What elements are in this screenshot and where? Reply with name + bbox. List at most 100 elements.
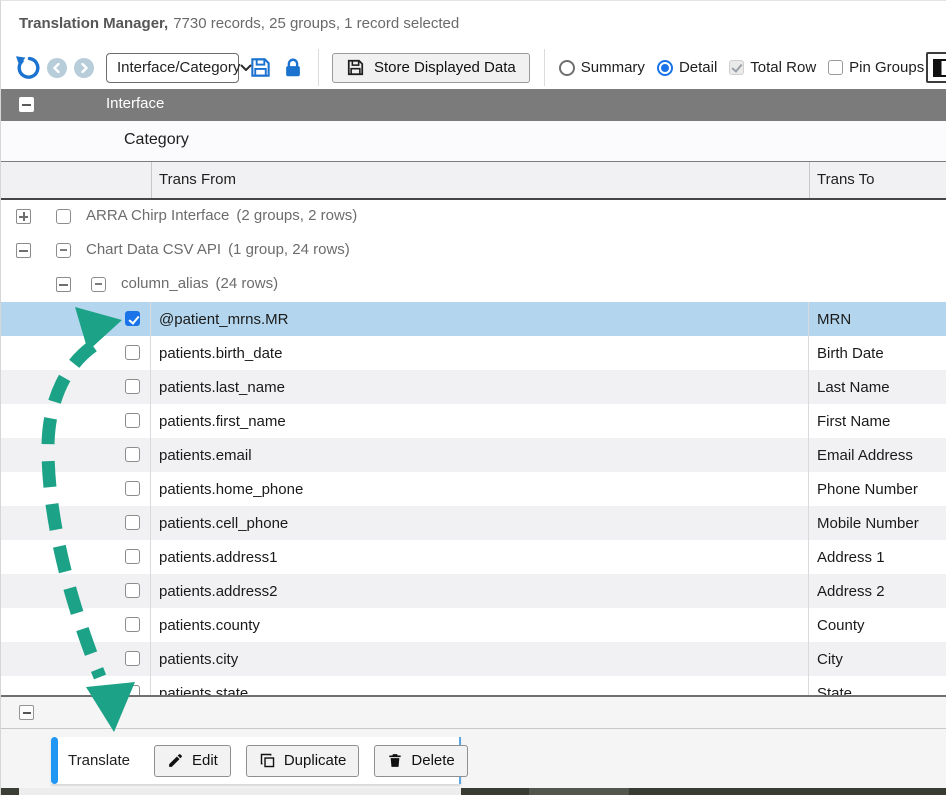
tree-group-row[interactable]: ARRA Chirp Interface(2 groups, 2 rows) [1,200,946,234]
record-summary: 7730 records, 25 groups, 1 record select… [173,15,459,32]
cell-trans-to: Last Name [809,370,946,404]
rows-container: ARRA Chirp Interface(2 groups, 2 rows)Ch… [1,200,946,695]
lock-icon[interactable] [282,57,304,79]
row-checkbox[interactable] [125,685,140,695]
cell-trans-to: Address 2 [809,574,946,608]
table-row[interactable]: patients.address2Address 2 [1,574,946,608]
desktop-fragment [1,788,19,795]
action-footer: Translate EditDuplicateDelete [1,729,946,788]
cell-trans-to: Birth Date [809,336,946,370]
desktop-fragment [529,788,629,795]
edit-button[interactable]: Edit [154,745,231,777]
cell-trans-from: patients.last_name [151,370,809,404]
category-group-header: Category [1,121,946,162]
row-checkbox[interactable] [125,651,140,666]
cell-trans-to: County [809,608,946,642]
table-row[interactable]: patients.address1Address 1 [1,540,946,574]
tree-group-row[interactable]: Chart Data CSV API(1 group, 24 rows) [1,234,946,268]
row-checkbox-cell [1,438,151,472]
cell-trans-to: Mobile Number [809,506,946,540]
delete-button[interactable]: Delete [374,745,467,777]
column-header-row: Trans From Trans To [1,162,946,200]
row-checkbox-cell [1,336,151,370]
toolbar-divider [318,49,319,86]
summary-radio-label: Summary [581,59,645,76]
group-checkbox[interactable] [91,277,106,292]
button-label: Edit [192,752,218,769]
view-select-value: Interface/Category [117,59,240,76]
row-checkbox[interactable] [125,481,140,496]
row-checkbox[interactable] [125,447,140,462]
translate-panel: Translate EditDuplicateDelete [51,737,461,784]
page-title: Translation Manager, [19,15,168,32]
table-row[interactable]: patients.cityCity [1,642,946,676]
row-checkbox-cell [1,676,151,695]
collapse-panel-icon[interactable] [19,705,34,720]
table-row[interactable]: patients.birth_dateBirth Date [1,336,946,370]
row-checkbox[interactable] [125,515,140,530]
pencil-icon [167,752,184,769]
cell-trans-to: Email Address [809,438,946,472]
row-checkbox[interactable] [125,617,140,632]
group-checkbox[interactable] [56,209,71,224]
cell-trans-from: patients.cell_phone [151,506,809,540]
row-checkbox[interactable] [125,345,140,360]
store-button-label: Store Displayed Data [374,59,516,76]
cell-trans-from: patients.address2 [151,574,809,608]
table-row[interactable]: patients.last_nameLast Name [1,370,946,404]
store-displayed-data-button[interactable]: Store Displayed Data [332,53,530,83]
cell-trans-from: patients.address1 [151,540,809,574]
row-checkbox[interactable] [125,549,140,564]
cell-trans-to: Address 1 [809,540,946,574]
group-checkbox[interactable] [56,243,71,258]
back-icon[interactable] [47,58,67,78]
collapse-icon[interactable] [16,243,31,258]
pin-groups-label: Pin Groups [849,59,924,76]
button-label: Delete [411,752,454,769]
row-checkbox[interactable] [125,583,140,598]
row-checkbox-cell [1,540,151,574]
table-row[interactable]: @patient_mrns.MRMRN [1,302,946,336]
expand-icon[interactable] [16,209,31,224]
summary-radio[interactable] [559,60,575,76]
trash-icon [387,752,403,769]
cell-trans-to: MRN [809,302,946,336]
interface-group-header: Interface [1,89,946,121]
row-checkbox-cell [1,608,151,642]
table-row[interactable]: patients.emailEmail Address [1,438,946,472]
toolbar: Interface/Category [1,46,946,89]
save-view-icon[interactable] [249,56,272,79]
columns-button[interactable] [926,52,946,83]
forward-icon[interactable] [74,58,94,78]
cell-trans-from: patients.birth_date [151,336,809,370]
detail-radio[interactable] [657,60,673,76]
table-row[interactable]: patients.countyCounty [1,608,946,642]
row-checkbox[interactable] [125,379,140,394]
collapse-interface-icon[interactable] [19,97,34,112]
pin-groups-checkbox[interactable] [828,60,843,75]
trans-to-column-header[interactable]: Trans To [817,171,875,188]
row-checkbox[interactable] [125,311,140,326]
collapse-icon[interactable] [56,277,71,292]
column-divider [151,162,152,198]
table-row[interactable]: patients.stateState [1,676,946,695]
category-header-label: Category [124,131,189,149]
tree-group-row[interactable]: column_alias(24 rows) [1,268,946,302]
duplicate-button[interactable]: Duplicate [246,745,360,777]
group-label: column_alias(24 rows) [121,275,278,292]
undo-icon[interactable] [14,55,40,81]
table-row[interactable]: patients.first_nameFirst Name [1,404,946,438]
total-row-checkbox[interactable] [729,60,744,75]
cell-trans-to: First Name [809,404,946,438]
table-row[interactable]: patients.cell_phoneMobile Number [1,506,946,540]
trans-from-column-header[interactable]: Trans From [159,171,236,188]
columns-icon [933,59,946,77]
view-select[interactable]: Interface/Category [106,53,239,83]
row-checkbox-cell [1,642,151,676]
interface-header-label: Interface [106,95,164,112]
cell-trans-to: State [809,676,946,695]
table-row[interactable]: patients.home_phonePhone Number [1,472,946,506]
row-checkbox[interactable] [125,413,140,428]
cell-trans-from: patients.state [151,676,809,695]
title-bar: Translation Manager, 7730 records, 25 gr… [1,1,946,46]
